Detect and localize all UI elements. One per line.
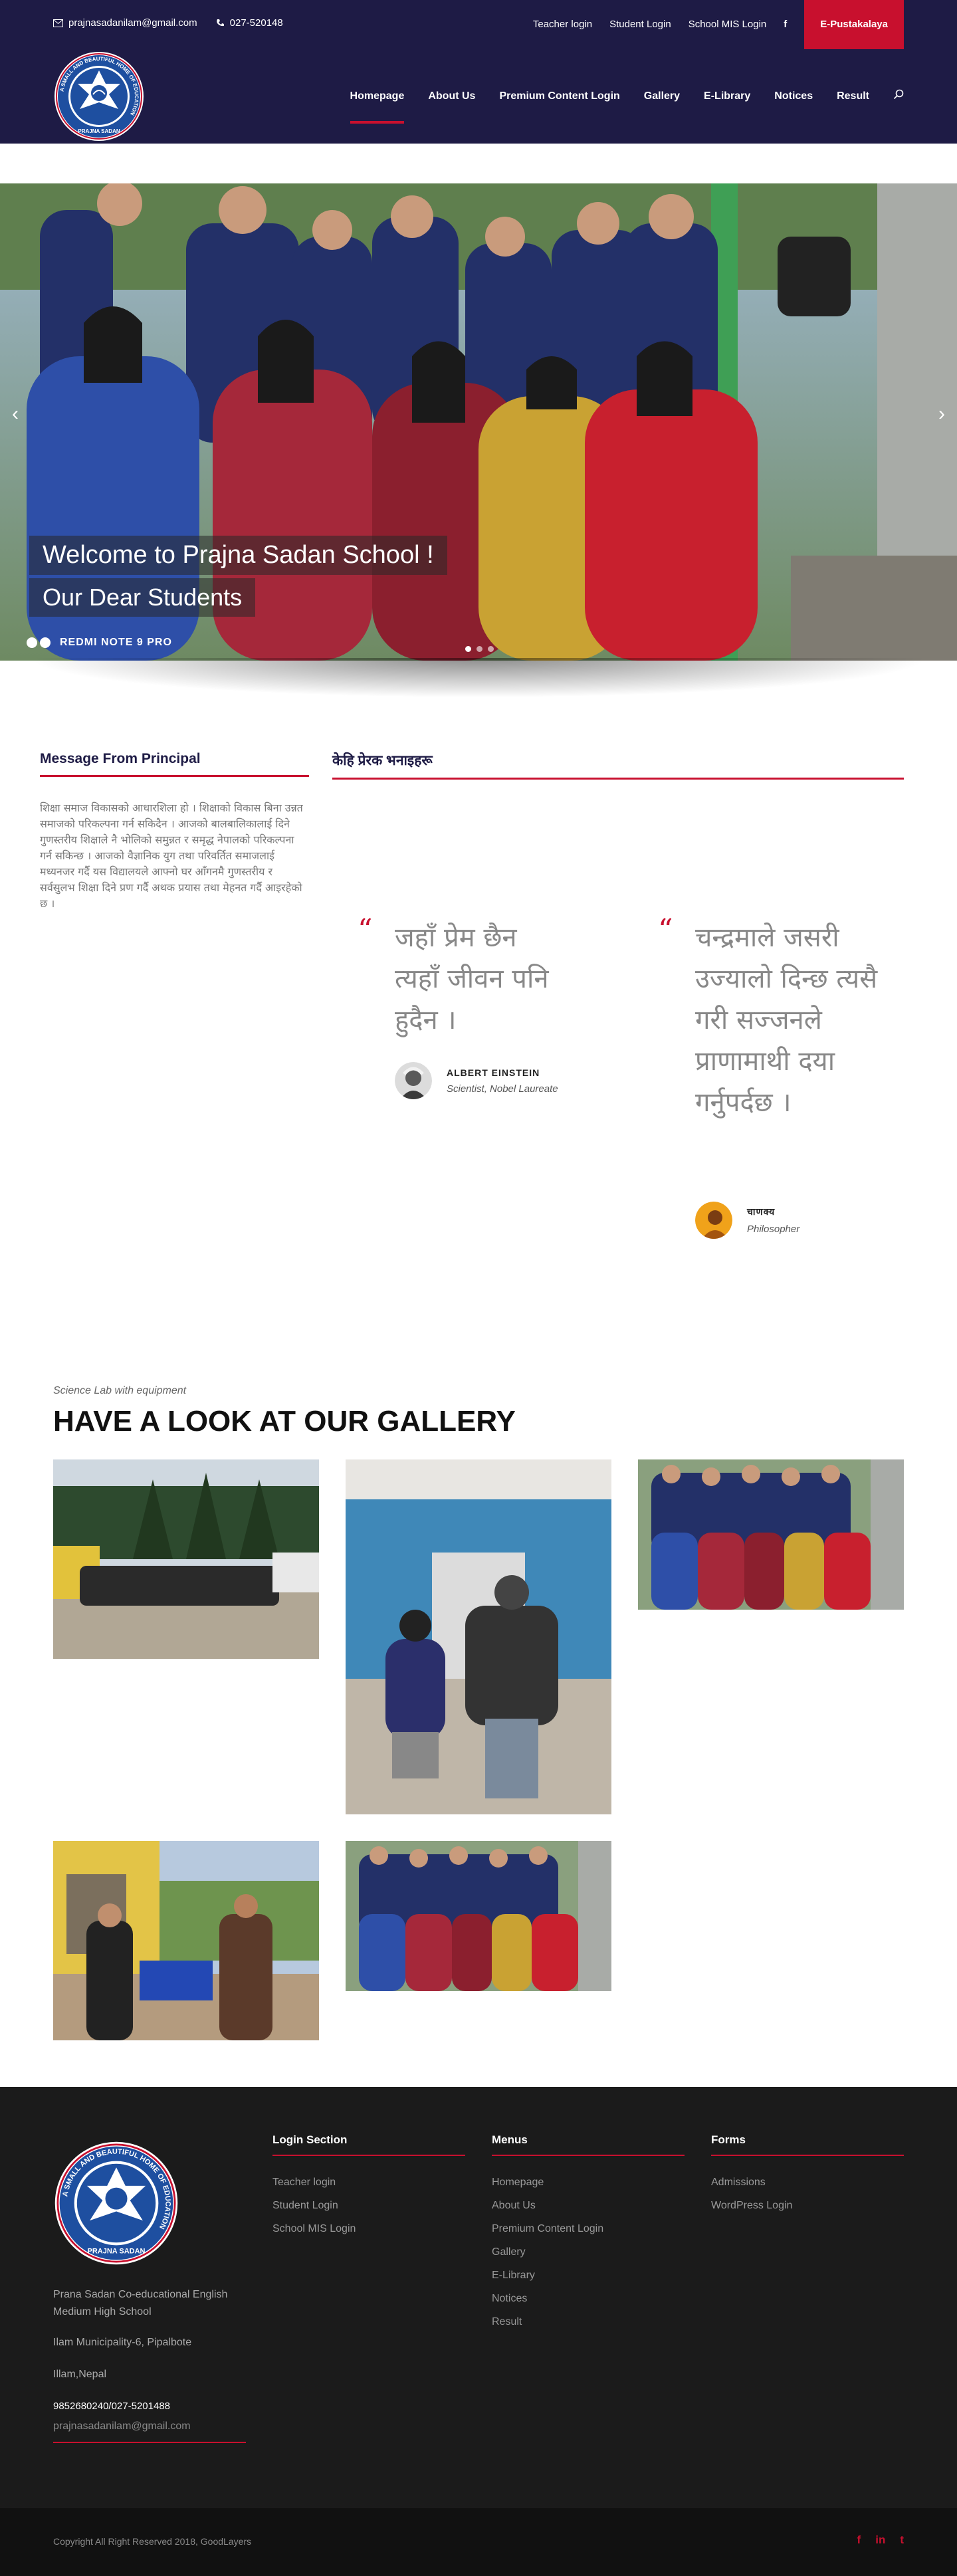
copyright-text: Copyright All Right Reserved 2018, GoodL… xyxy=(53,2536,252,2547)
footer-link[interactable]: Teacher login xyxy=(272,2171,356,2194)
gallery-image[interactable] xyxy=(346,1841,611,1991)
footer-school-name: Prana Sadan Co-educational English Mediu… xyxy=(53,2289,228,2317)
nav-premium-content-login[interactable]: Premium Content Login xyxy=(499,90,619,117)
footer-link[interactable]: Result xyxy=(492,2310,603,2333)
phone-text: 027-520148 xyxy=(229,17,283,29)
footer-links-menus: Homepage About Us Premium Content Login … xyxy=(492,2171,603,2333)
footer-link[interactable]: Notices xyxy=(492,2287,603,2310)
hero-watermark: REDMI NOTE 9 PRO xyxy=(27,637,172,649)
teacher-login-link[interactable]: Teacher login xyxy=(533,19,592,30)
quote-text: जहाँ प्रेम छैन त्यहाँ जीवन पनि हुदैन । xyxy=(395,922,549,1035)
footer-link[interactable]: Admissions xyxy=(711,2171,792,2194)
principal-message: शिक्षा समाज विकासको आधारशिला हो । शिक्षा… xyxy=(40,802,303,910)
camera-lens-icon xyxy=(27,637,51,648)
e-pustakalaya-button[interactable]: E-Pustakalaya xyxy=(804,0,904,49)
phone-icon xyxy=(216,19,224,27)
site-header: prajnasadanilam@gmail.com 027-520148 Tea… xyxy=(0,0,957,144)
quote-mark-icon: “ xyxy=(658,913,673,947)
footer-link[interactable]: Student Login xyxy=(272,2194,356,2217)
quote-card: “ चन्द्रमाले जसरी उज्यालो दिन्छ त्यसै गर… xyxy=(658,913,895,1239)
footer-link[interactable]: School MIS Login xyxy=(272,2217,356,2240)
gallery-image[interactable] xyxy=(53,1459,319,1659)
footer-link[interactable]: Premium Content Login xyxy=(492,2217,603,2240)
social-links: f in t xyxy=(857,2533,904,2547)
quote-card: “ जहाँ प्रेम छैन त्यहाँ जीवन पनि हुदैन ।… xyxy=(358,913,561,1099)
slider-prev-arrow[interactable]: ‹ xyxy=(12,403,19,425)
top-links: Teacher login Student Login School MIS L… xyxy=(533,0,904,49)
einstein-avatar xyxy=(395,1062,432,1099)
hero-caption-title: Welcome to Prajna Sadan School ! xyxy=(29,536,447,575)
email-text: prajnasadanilam@gmail.com xyxy=(68,17,197,29)
quote-mark-icon: “ xyxy=(358,913,373,947)
gallery-image[interactable] xyxy=(53,1841,319,2040)
quote-author-role: Scientist, Nobel Laureate xyxy=(447,1083,558,1095)
mis-login-link[interactable]: School MIS Login xyxy=(689,19,767,30)
student-login-link[interactable]: Student Login xyxy=(609,19,671,30)
hero-shadow xyxy=(27,658,930,698)
linkedin-icon[interactable]: in xyxy=(875,2533,885,2547)
nav-notices[interactable]: Notices xyxy=(774,90,813,117)
footer-col-title: Forms xyxy=(711,2133,904,2156)
quote-text: चन्द्रमाले जसरी उज्यालो दिन्छ त्यसै गरी … xyxy=(695,922,878,1118)
school-logo[interactable]: A SMALL AND BEAUTIFUL HOME OF EDUCATION … xyxy=(53,51,145,142)
footer-col-title: Login Section xyxy=(272,2133,465,2156)
slider-dot[interactable] xyxy=(465,646,471,652)
watermark-text: REDMI NOTE 9 PRO xyxy=(60,637,172,648)
phone-contact[interactable]: 027-520148 xyxy=(216,17,283,29)
slider-dot[interactable] xyxy=(488,646,494,652)
quote-author-name: ALBERT EINSTEIN xyxy=(447,1067,540,1078)
footer-link[interactable]: WordPress Login xyxy=(711,2194,792,2217)
slider-next-arrow[interactable]: › xyxy=(938,403,945,425)
slider-dot[interactable] xyxy=(477,646,482,652)
footer-link[interactable]: About Us xyxy=(492,2194,603,2217)
footer-country: Illam,Nepal xyxy=(53,2369,107,2380)
quote-author: चाणक्य Philosopher xyxy=(695,1202,895,1239)
copyright-bar: Copyright All Right Reserved 2018, GoodL… xyxy=(0,2508,957,2576)
footer-link[interactable]: Homepage xyxy=(492,2171,603,2194)
footer-logo-bottom-text: PRAJNA SADAN xyxy=(88,2248,146,2256)
main-bar: A SMALL AND BEAUTIFUL HOME OF EDUCATION … xyxy=(0,48,957,144)
quotes-title: केहि प्रेरक भनाइहरू xyxy=(332,751,904,780)
hero-caption-subtitle: Our Dear Students xyxy=(29,578,256,617)
quote-author: ALBERT EINSTEIN Scientist, Nobel Laureat… xyxy=(395,1062,607,1099)
footer-address: Ilam Municipality-6, Pipalbote xyxy=(53,2337,192,2348)
footer-col-title: Menus xyxy=(492,2133,685,2156)
gallery-subtitle: Science Lab with equipment xyxy=(53,1385,187,1396)
footer-links-forms: Admissions WordPress Login xyxy=(711,2171,792,2217)
main-nav: Homepage About Us Premium Content Login … xyxy=(350,89,904,124)
nav-gallery[interactable]: Gallery xyxy=(644,90,680,117)
footer-links-login: Teacher login Student Login School MIS L… xyxy=(272,2171,356,2240)
gallery-image[interactable] xyxy=(346,1459,611,1814)
search-icon[interactable] xyxy=(893,89,904,118)
footer-phone: 9852680240/027-5201488 xyxy=(53,2401,171,2412)
mail-icon xyxy=(53,19,63,27)
nav-homepage[interactable]: Homepage xyxy=(350,90,404,124)
gallery-image[interactable] xyxy=(638,1459,904,1610)
nav-result[interactable]: Result xyxy=(837,90,869,117)
quote-author-role: Philosopher xyxy=(747,1224,800,1235)
logo-bottom-text: PRAJNA SADAN xyxy=(78,128,120,134)
facebook-icon[interactable]: f xyxy=(857,2533,861,2547)
email-contact[interactable]: prajnasadanilam@gmail.com xyxy=(53,17,197,29)
footer-link[interactable]: E-Library xyxy=(492,2264,603,2287)
nav-about-us[interactable]: About Us xyxy=(428,90,475,117)
footer-link[interactable]: Gallery xyxy=(492,2240,603,2264)
site-footer: A SMALL AND BEAUTIFUL HOME OF EDUCATION … xyxy=(0,2087,957,2508)
top-bar: prajnasadanilam@gmail.com 027-520148 Tea… xyxy=(0,0,957,49)
hero-slider[interactable]: Welcome to Prajna Sadan School ! Our Dea… xyxy=(0,183,957,661)
footer-email[interactable]: prajnasadanilam@gmail.com xyxy=(53,2418,246,2443)
top-contact: prajnasadanilam@gmail.com 027-520148 xyxy=(53,17,283,29)
twitter-icon[interactable]: t xyxy=(900,2533,904,2547)
footer-logo: A SMALL AND BEAUTIFUL HOME OF EDUCATION … xyxy=(54,2141,178,2265)
gallery-title: HAVE A LOOK AT OUR GALLERY xyxy=(53,1405,516,1438)
principal-title: Message From Principal xyxy=(40,751,309,777)
chanakya-avatar xyxy=(695,1202,732,1239)
facebook-icon[interactable]: f xyxy=(784,19,787,30)
slider-dots xyxy=(465,646,494,652)
nav-e-library[interactable]: E-Library xyxy=(704,90,750,117)
quote-author-name: चाणक्य xyxy=(747,1206,776,1217)
